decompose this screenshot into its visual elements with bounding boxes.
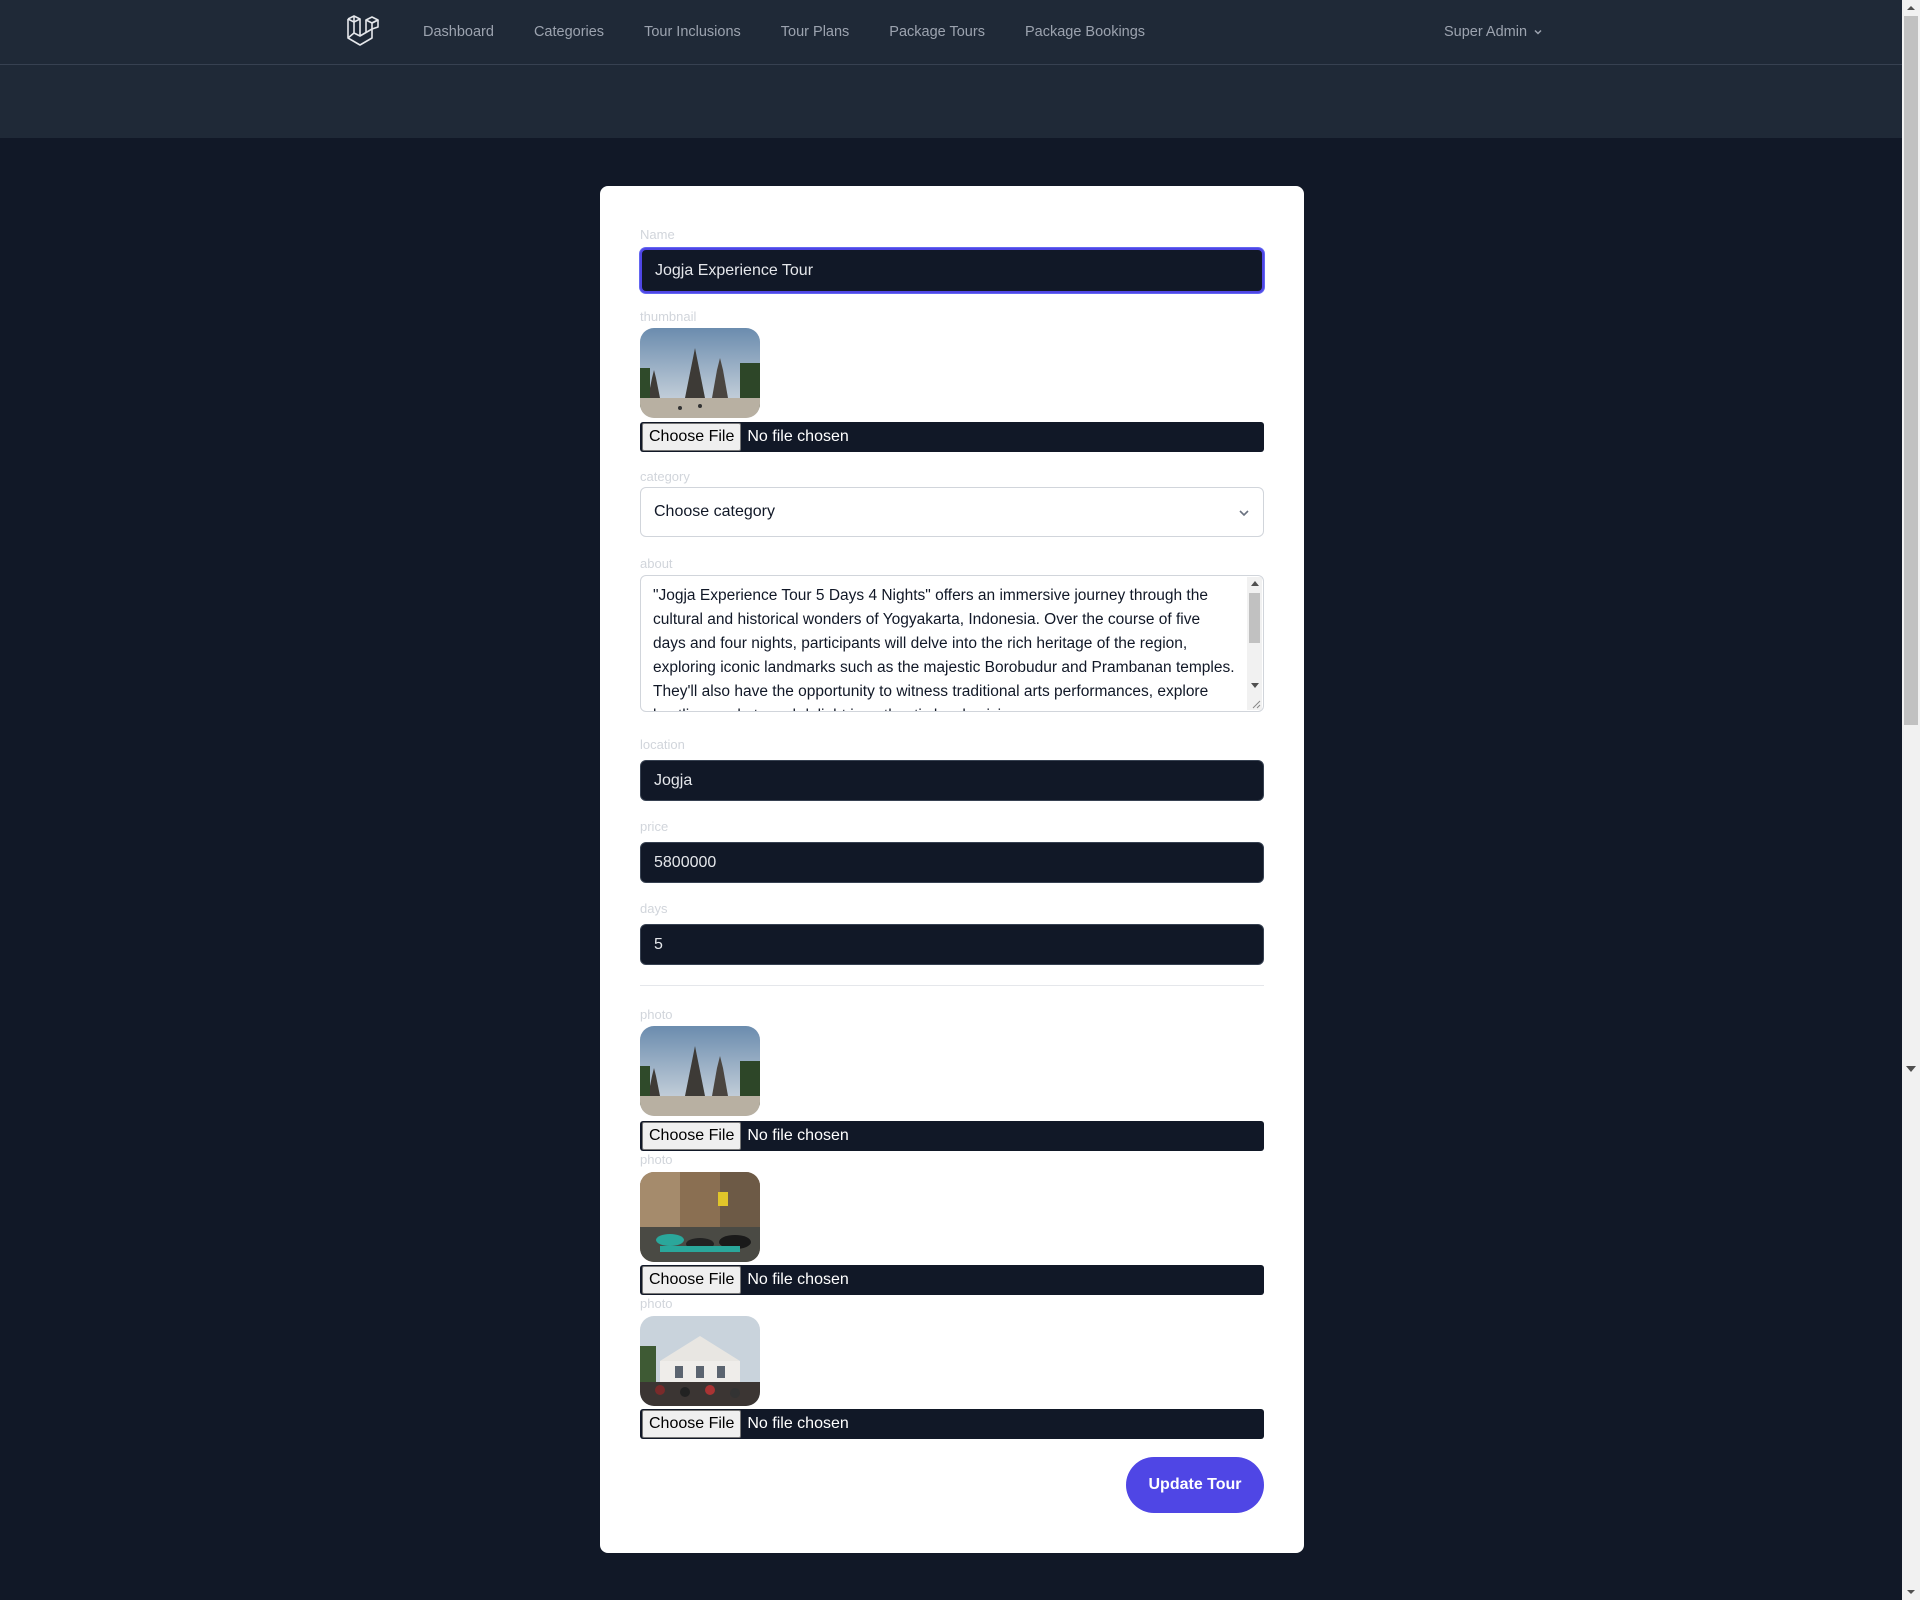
location-input[interactable]: Jogja: [640, 760, 1264, 801]
chevron-down-icon: [1239, 510, 1249, 517]
nav-link-package-bookings[interactable]: Package Bookings: [1025, 24, 1145, 40]
photo-choose-file-button[interactable]: Choose File: [642, 1410, 742, 1438]
thumbnail-file-status: No file chosen: [747, 428, 849, 445]
scroll-up-arrow-icon[interactable]: [1251, 581, 1259, 586]
nav-link-package-tours[interactable]: Package Tours: [889, 24, 985, 40]
photo-choose-file-button[interactable]: Choose File: [642, 1122, 742, 1150]
laravel-logo-icon[interactable]: [346, 14, 380, 48]
price-label: price: [640, 819, 669, 834]
scroll-down-arrow-icon[interactable]: [1902, 1584, 1920, 1600]
about-label: about: [640, 556, 673, 571]
photo-preview-image: [640, 1316, 760, 1406]
top-navbar: Dashboard Categories Tour Inclusions Tou…: [0, 0, 1902, 65]
page-header: [0, 65, 1902, 138]
nav-link-categories[interactable]: Categories: [534, 24, 604, 40]
days-label: days: [640, 901, 668, 916]
update-tour-button[interactable]: Update Tour: [1126, 1457, 1264, 1513]
nav-links: Dashboard Categories Tour Inclusions Tou…: [423, 0, 1185, 64]
nav-link-tour-plans[interactable]: Tour Plans: [781, 24, 850, 40]
photo-preview-image: [640, 1172, 760, 1262]
thumbnail-preview-image: [640, 328, 760, 418]
thumbnail-label: thumbnail: [640, 309, 697, 324]
about-textarea-scrollbar[interactable]: [1247, 577, 1262, 710]
category-selected-value: Choose category: [654, 503, 775, 520]
days-input[interactable]: 5: [640, 924, 1264, 965]
location-label: location: [640, 737, 685, 752]
photo-file-input[interactable]: Choose File No file chosen: [640, 1121, 1264, 1151]
form-divider: [640, 985, 1264, 986]
thumbnail-choose-file-button[interactable]: Choose File: [642, 423, 742, 451]
photo-file-status: No file chosen: [747, 1127, 849, 1144]
photo-label: photo: [640, 1007, 673, 1022]
photo-file-input[interactable]: Choose File No file chosen: [640, 1409, 1264, 1439]
photo-file-input[interactable]: Choose File No file chosen: [640, 1265, 1264, 1295]
scrollbar-thumb[interactable]: [1904, 16, 1918, 725]
nav-link-tour-inclusions[interactable]: Tour Inclusions: [644, 24, 741, 40]
thumbnail-file-input[interactable]: Choose File No file chosen: [640, 422, 1264, 452]
category-label: category: [640, 469, 690, 484]
resize-grip-icon[interactable]: [1251, 699, 1261, 709]
about-text: "Jogja Experience Tour 5 Days 4 Nights" …: [653, 587, 1235, 711]
chevron-down-icon: [1534, 29, 1542, 35]
category-select[interactable]: Choose category: [640, 487, 1264, 537]
photo-choose-file-button[interactable]: Choose File: [642, 1266, 742, 1294]
photo-file-status: No file chosen: [747, 1271, 849, 1288]
name-input[interactable]: Jogja Experience Tour: [640, 248, 1264, 293]
edit-tour-form-card: Name Jogja Experience Tour thumbnail Cho…: [600, 186, 1304, 1553]
page-scrollbar[interactable]: [1902, 0, 1920, 1600]
scroll-down-arrow-icon[interactable]: [1251, 683, 1259, 688]
scroll-up-arrow-icon[interactable]: [1902, 0, 1920, 16]
photo-label: photo: [640, 1152, 673, 1167]
about-textarea[interactable]: "Jogja Experience Tour 5 Days 4 Nights" …: [640, 575, 1264, 712]
user-menu[interactable]: Super Admin: [1444, 0, 1543, 64]
photo-label: photo: [640, 1296, 673, 1311]
name-label: Name: [640, 227, 675, 242]
nav-link-dashboard[interactable]: Dashboard: [423, 24, 494, 40]
photo-file-status: No file chosen: [747, 1415, 849, 1432]
scroll-down-marker-icon: [1906, 1066, 1916, 1072]
about-scrollbar-thumb[interactable]: [1249, 593, 1260, 643]
photo-preview-image: [640, 1026, 760, 1116]
user-name: Super Admin: [1444, 24, 1528, 40]
price-input[interactable]: 5800000: [640, 842, 1264, 883]
